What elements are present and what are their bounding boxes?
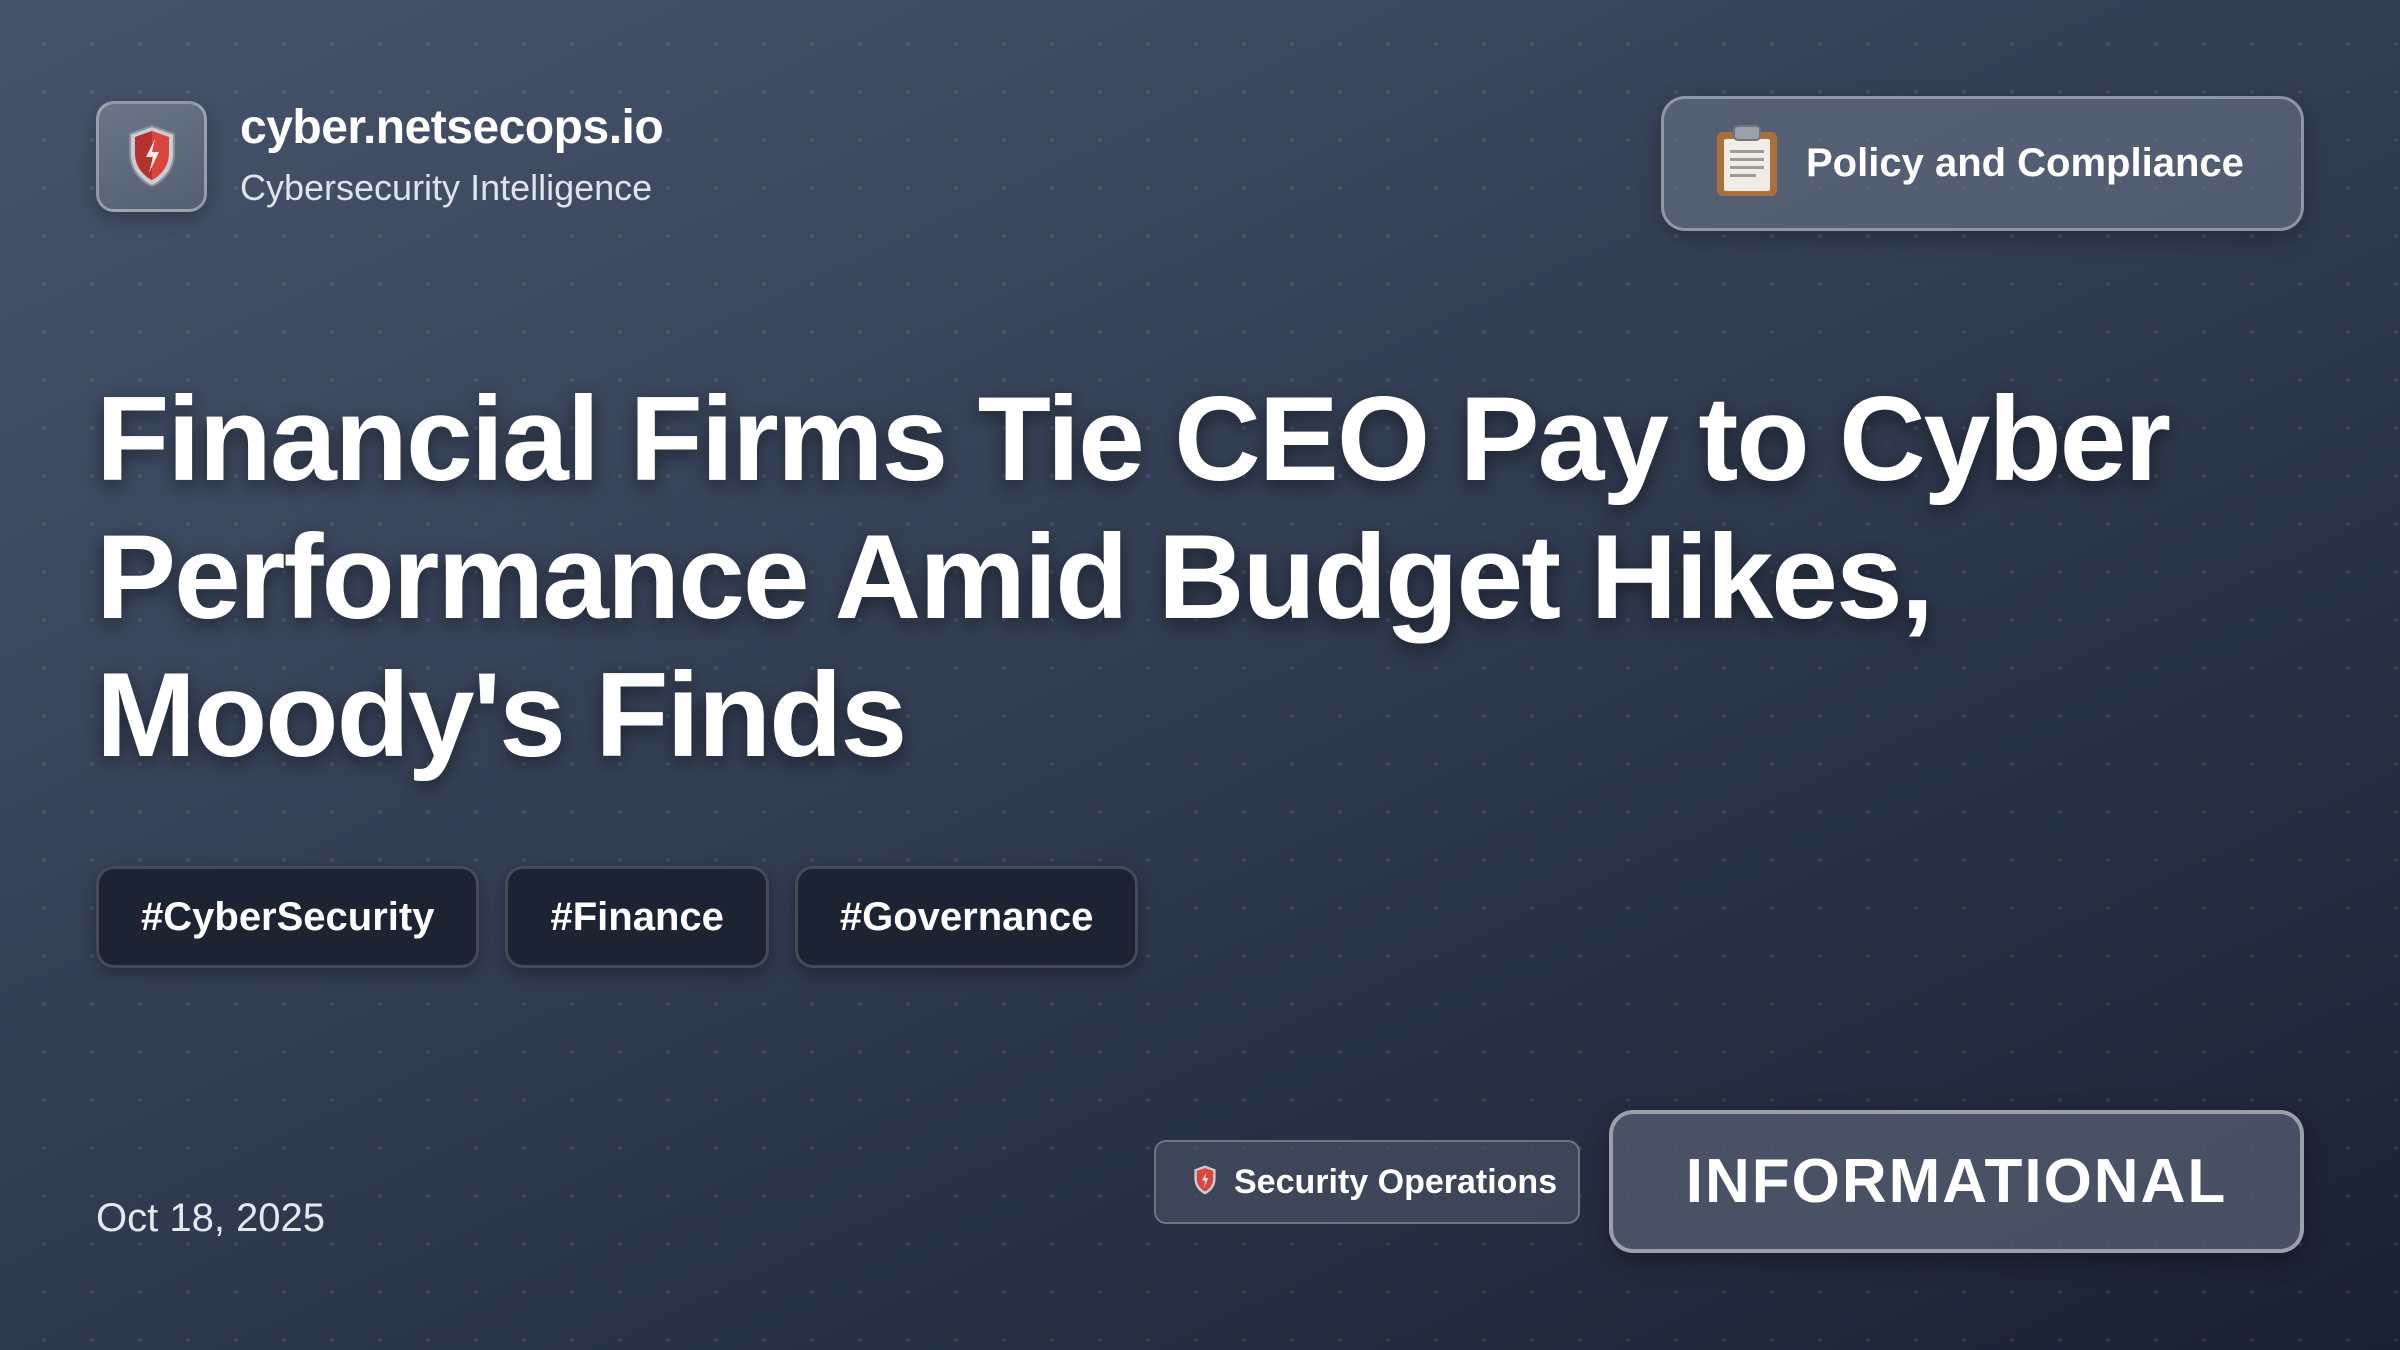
- article-headline: Financial Firms Tie CEO Pay to Cyber Per…: [96, 372, 2171, 782]
- category-label: Policy and Compliance: [1806, 141, 2244, 185]
- category-badge: Policy and Compliance: [1661, 96, 2304, 231]
- tag-governance[interactable]: #Governance: [794, 866, 1139, 968]
- shield-icon: [96, 100, 207, 212]
- tag-cybersecurity[interactable]: #CyberSecurity: [96, 866, 480, 968]
- severity-badge: INFORMATIONAL: [1609, 1110, 2304, 1253]
- source-badge: Security Operations: [1154, 1140, 1580, 1224]
- site-tagline: Cybersecurity Intelligence: [240, 167, 653, 208]
- brand-header: cyber.netsecops.io Cybersecurity Intelli…: [96, 100, 664, 212]
- publish-date: Oct 18, 2025: [96, 1196, 326, 1240]
- tag-finance[interactable]: #Finance: [505, 866, 769, 968]
- site-domain: cyber.netsecops.io: [240, 101, 664, 154]
- clipboard-icon: [1714, 124, 1780, 203]
- shield-icon: [1192, 1164, 1218, 1201]
- tag-list: #CyberSecurity #Finance #Governance: [96, 866, 1139, 968]
- source-label: Security Operations: [1234, 1162, 1558, 1201]
